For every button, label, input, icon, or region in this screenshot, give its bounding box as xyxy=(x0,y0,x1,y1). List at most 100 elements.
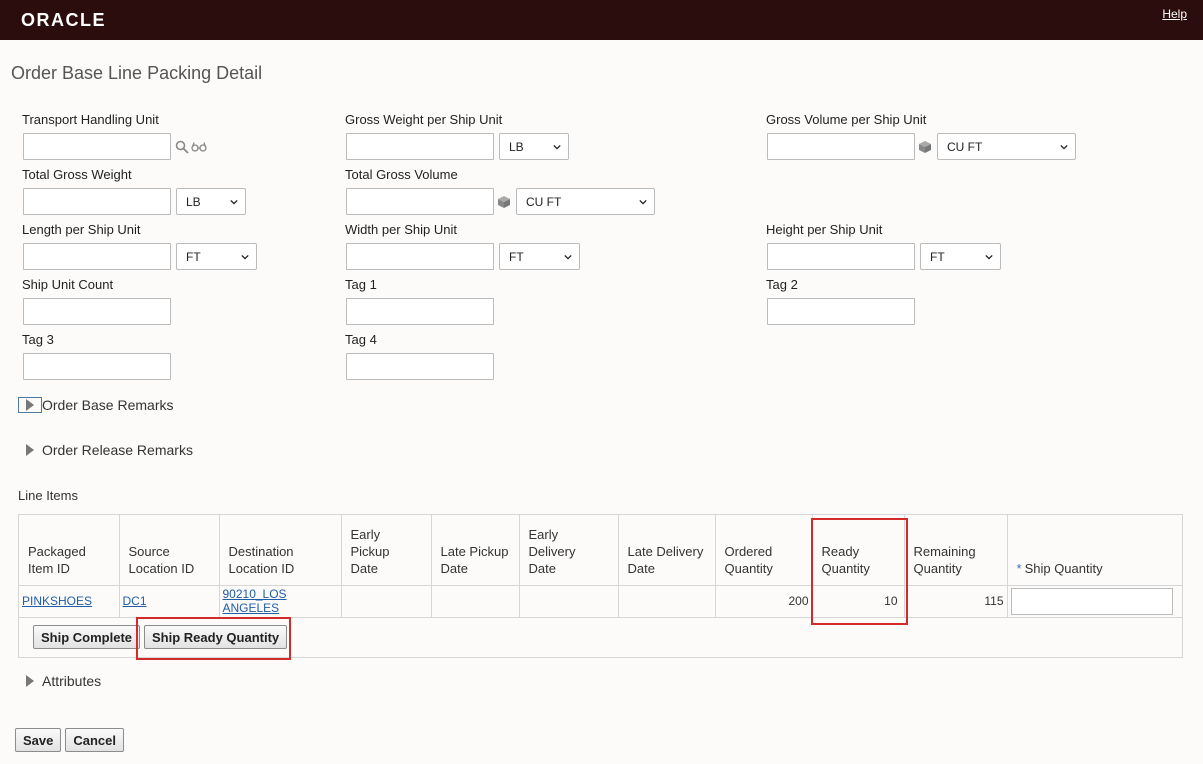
transport-handling-unit-input[interactable] xyxy=(23,133,171,160)
save-button[interactable]: Save xyxy=(15,728,62,752)
triangle-right-icon xyxy=(26,399,34,411)
gross-volume-unit-select[interactable]: CU FT xyxy=(937,133,1076,160)
col-early-pickup-date[interactable]: Early Pickup Date xyxy=(341,515,432,586)
chevron-down-icon xyxy=(553,144,561,150)
field-height-per-ship-unit: Height per Ship Unit FT xyxy=(766,222,1001,270)
col-early-delivery-date[interactable]: Early Delivery Date xyxy=(519,515,619,586)
height-per-ship-unit-input[interactable] xyxy=(767,243,915,270)
gross-weight-unit-select[interactable]: LB xyxy=(499,133,569,160)
cell-late-delivery-date xyxy=(618,585,716,618)
ship-ready-quantity-highlight xyxy=(136,617,291,660)
field-label: Gross Volume per Ship Unit xyxy=(766,112,927,127)
order-release-remarks-toggle[interactable]: Order Release Remarks xyxy=(26,442,193,458)
selected-value: CU FT xyxy=(947,139,983,154)
section-label: Attributes xyxy=(42,673,102,689)
width-per-ship-unit-input[interactable] xyxy=(346,243,494,270)
field-gross-weight-per-ship-unit: Gross Weight per Ship Unit LB xyxy=(345,112,569,160)
field-label: Ship Unit Count xyxy=(22,277,114,292)
col-ship-quantity[interactable]: * Ship Quantity xyxy=(1007,515,1182,586)
ship-quantity-input[interactable] xyxy=(1010,587,1173,615)
field-transport-handling-unit: Transport Handling Unit xyxy=(22,112,207,160)
cell-source-location-id: DC1 xyxy=(119,585,220,618)
glasses-icon[interactable] xyxy=(191,141,207,153)
field-label: Tag 3 xyxy=(22,332,54,347)
selected-value: CU FT xyxy=(526,194,562,209)
col-packaged-item-id[interactable]: Packaged Item ID xyxy=(19,515,120,586)
page-title: Order Base Line Packing Detail xyxy=(11,63,263,83)
ship-complete-button[interactable]: Ship Complete xyxy=(33,625,141,649)
field-tag-3: Tag 3 xyxy=(22,332,171,380)
col-ordered-quantity[interactable]: Ordered Quantity xyxy=(715,515,813,586)
source-location-link[interactable]: DC1 xyxy=(123,594,147,608)
order-base-remarks-toggle[interactable]: Order Base Remarks xyxy=(18,397,173,413)
cell-destination-location-id: 90210_LOS ANGELES xyxy=(219,585,342,618)
col-remaining-quantity[interactable]: Remaining Quantity xyxy=(904,515,1008,586)
field-length-per-ship-unit: Length per Ship Unit FT xyxy=(22,222,257,270)
packaged-item-link[interactable]: PINKSHOES xyxy=(22,594,92,608)
table-header-row: Packaged Item ID Source Location ID Destin… xyxy=(19,515,1182,586)
tag-1-input[interactable] xyxy=(346,298,494,325)
width-unit-select[interactable]: FT xyxy=(499,243,580,270)
attributes-toggle[interactable]: Attributes xyxy=(26,673,101,689)
search-icon[interactable] xyxy=(175,140,189,154)
gross-volume-per-ship-unit-input[interactable] xyxy=(767,133,915,160)
cell-remaining-quantity: 115 xyxy=(904,585,1008,618)
top-bar: ORACLE Help xyxy=(0,0,1203,40)
selected-value: FT xyxy=(930,249,945,264)
chevron-down-icon xyxy=(639,199,647,205)
tag-4-input[interactable] xyxy=(346,353,494,380)
length-per-ship-unit-input[interactable] xyxy=(23,243,171,270)
cell-ship-quantity xyxy=(1007,585,1182,618)
chevron-down-icon xyxy=(1060,144,1068,150)
destination-location-link[interactable]: 90210_LOS ANGELES xyxy=(223,587,287,615)
cell-early-delivery-date xyxy=(519,585,619,618)
field-ship-unit-count: Ship Unit Count xyxy=(22,277,171,325)
field-tag-2: Tag 2 xyxy=(766,277,915,325)
section-label: Order Base Remarks xyxy=(42,397,174,413)
col-source-location-id[interactable]: Source Location ID xyxy=(119,515,220,586)
col-late-delivery-date[interactable]: Late Delivery Date xyxy=(618,515,716,586)
selected-value: LB xyxy=(186,194,201,209)
triangle-right-icon xyxy=(26,444,34,456)
height-unit-select[interactable]: FT xyxy=(920,243,1001,270)
field-label: Tag 2 xyxy=(766,277,798,292)
chevron-down-icon xyxy=(241,254,249,260)
ship-unit-count-input[interactable] xyxy=(23,298,171,325)
total-gross-weight-unit-select[interactable]: LB xyxy=(176,188,246,215)
field-label: Tag 4 xyxy=(345,332,377,347)
length-unit-select[interactable]: FT xyxy=(176,243,257,270)
cube-icon[interactable] xyxy=(918,140,932,154)
tag-3-input[interactable] xyxy=(23,353,171,380)
chevron-down-icon xyxy=(985,254,993,260)
cancel-button[interactable]: Cancel xyxy=(65,728,125,752)
total-gross-volume-input[interactable] xyxy=(346,188,494,215)
selected-value: FT xyxy=(509,249,524,264)
oracle-logo: ORACLE xyxy=(21,10,106,30)
field-gross-volume-per-ship-unit: Gross Volume per Ship Unit CU FT xyxy=(766,112,1076,160)
field-tag-1: Tag 1 xyxy=(345,277,494,325)
selected-value: LB xyxy=(509,139,524,154)
col-destination-location-id[interactable]: Destination Location ID xyxy=(219,515,342,586)
triangle-right-icon xyxy=(26,675,34,687)
field-label: Transport Handling Unit xyxy=(22,112,159,127)
field-label: Tag 1 xyxy=(345,277,377,292)
line-items-heading: Line Items xyxy=(18,488,78,503)
cube-icon[interactable] xyxy=(497,195,511,209)
help-link[interactable]: Help xyxy=(1162,7,1187,21)
gross-weight-per-ship-unit-input[interactable] xyxy=(346,133,494,160)
total-gross-weight-input[interactable] xyxy=(23,188,171,215)
field-total-gross-volume: Total Gross Volume CU FT xyxy=(345,167,655,215)
cell-late-pickup-date xyxy=(431,585,520,618)
chevron-down-icon xyxy=(230,199,238,205)
ready-quantity-highlight xyxy=(811,518,908,625)
field-width-per-ship-unit: Width per Ship Unit FT xyxy=(345,222,580,270)
field-label: Height per Ship Unit xyxy=(766,222,883,237)
footer-button-bar: Save Cancel xyxy=(15,728,125,752)
col-late-pickup-date[interactable]: Late Pickup Date xyxy=(431,515,520,586)
total-gross-volume-unit-select[interactable]: CU FT xyxy=(516,188,655,215)
tag-2-input[interactable] xyxy=(767,298,915,325)
field-label: Total Gross Weight xyxy=(22,167,132,182)
cell-ordered-quantity: 200 xyxy=(715,585,813,618)
table-row: PINKSHOES DC1 90210_LOS ANGELES 200 10 1… xyxy=(19,585,1182,618)
required-marker: * xyxy=(1016,560,1022,576)
